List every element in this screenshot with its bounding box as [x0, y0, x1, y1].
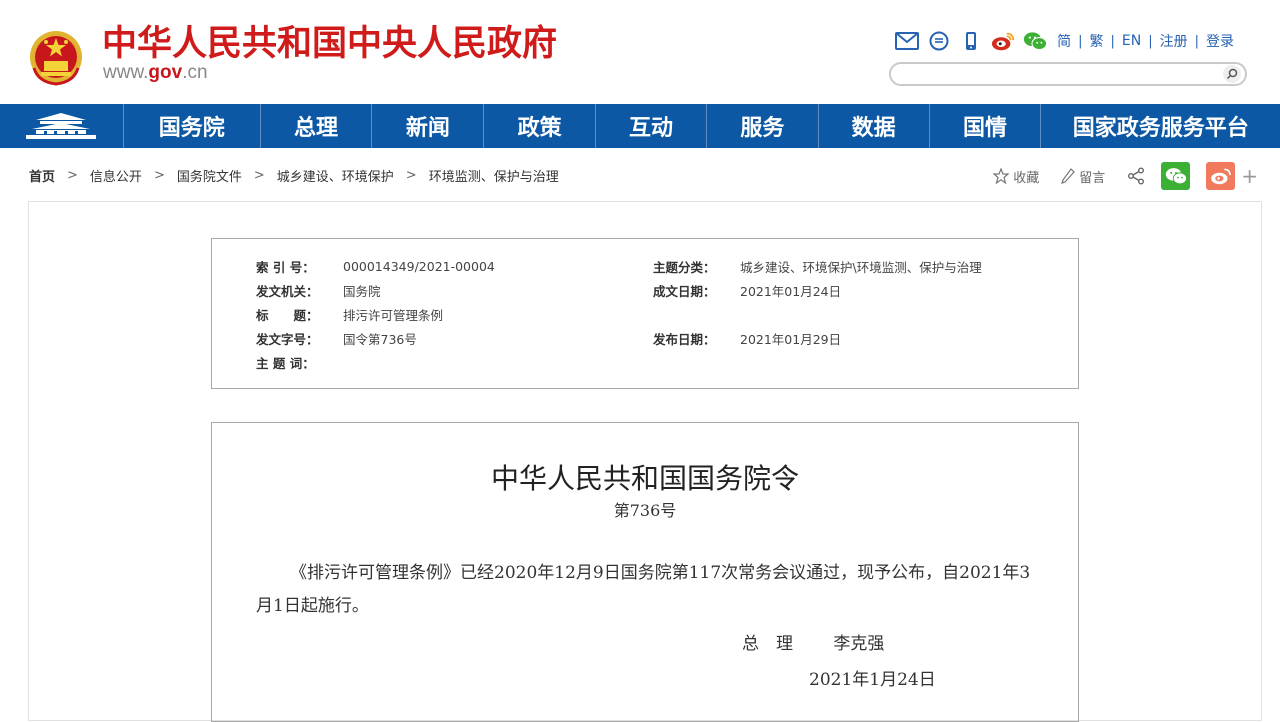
comment-button[interactable]: 留言 — [1061, 167, 1105, 186]
wechat-icon — [1165, 168, 1187, 185]
meta-title-label: 标 题： — [256, 307, 319, 323]
mail-icon[interactable] — [895, 30, 920, 52]
meta-docno-value: 国令第736号 — [343, 331, 417, 347]
document-metadata: 索 引 号： 000014349/2021-00004 主题分类： 城乡建设、环… — [211, 238, 1079, 389]
meta-title-row: 标 题： 排污许可管理条例 — [256, 304, 443, 324]
pencil-icon — [1061, 168, 1076, 184]
chevron-right-icon: > — [405, 167, 417, 183]
star-icon — [993, 168, 1010, 184]
separator: | — [1148, 33, 1153, 49]
login-link[interactable]: 登录 — [1206, 31, 1234, 51]
meta-docno-row: 发文字号： 国令第736号 — [256, 328, 417, 348]
separator: | — [1194, 33, 1199, 49]
meta-topic-label: 主题分类： — [653, 259, 716, 275]
weibo-icon — [1210, 168, 1231, 185]
breadcrumb-home[interactable]: 首页 — [29, 166, 55, 185]
site-url-domain: gov — [148, 62, 183, 83]
main-nav: 国务院 总理 新闻 政策 互动 服务 数据 国情 国家政务服务平台 — [0, 104, 1280, 148]
meta-issuer-value: 国务院 — [343, 283, 381, 299]
document-title: 中华人民共和国国务院令 — [490, 462, 799, 495]
breadcrumb-info-disclosure[interactable]: 信息公开 — [90, 166, 142, 185]
favorite-button[interactable]: 收藏 — [993, 167, 1039, 186]
document-paragraph: 《排污许可管理条例》已经2020年12月9日国务院第117次常务会议通过，现予公… — [256, 563, 1031, 616]
tiananmen-icon — [26, 113, 97, 139]
share-icon — [1128, 167, 1145, 185]
chevron-right-icon: > — [153, 167, 165, 183]
site-title[interactable]: 中华人民共和国中央人民政府 — [102, 22, 557, 66]
lang-simplified-link[interactable]: 简 — [1057, 31, 1071, 51]
meta-keywords-row: 主 题 词： — [256, 352, 343, 372]
meta-keywords-label: 主 题 词： — [256, 355, 315, 371]
header-tools: 简 | 繁 | EN | 注册 | 登录 — [895, 30, 1234, 52]
meta-index-label: 索 引 号： — [256, 259, 315, 275]
nav-item-national-conditions[interactable]: 国情 — [930, 104, 1042, 148]
nav-home[interactable] — [0, 104, 124, 148]
meta-written-value: 2021年01月24日 — [740, 283, 842, 299]
share-wechat-button[interactable] — [1161, 162, 1191, 190]
chat-icon[interactable] — [927, 30, 951, 52]
meta-docno-label: 发文字号： — [256, 331, 319, 347]
signature-role: 总理 — [742, 634, 810, 654]
document-body: 中华人民共和国国务院令 第736号 《排污许可管理条例》已经2020年12月9日… — [211, 422, 1079, 722]
document-signature: 总理 李克强 — [742, 629, 884, 654]
meta-issuer-row: 发文机关： 国务院 — [256, 280, 381, 300]
nav-item-interaction[interactable]: 互动 — [596, 104, 707, 148]
breadcrumb-urban-environment[interactable]: 城乡建设、环境保护 — [277, 166, 394, 185]
nav-item-data[interactable]: 数据 — [819, 104, 930, 148]
meta-published-value: 2021年01月29日 — [740, 331, 842, 347]
chevron-right-icon: > — [67, 167, 78, 183]
breadcrumb-state-council-docs[interactable]: 国务院文件 — [177, 166, 242, 185]
meta-written-label: 成文日期： — [653, 283, 716, 299]
share-button[interactable] — [1127, 167, 1145, 185]
document-date: 2021年1月24日 — [809, 670, 936, 690]
meta-topic-row: 主题分类： 城乡建设、环境保护\环境监测、保护与治理 — [653, 256, 982, 276]
site-url-suffix: .cn — [182, 62, 208, 83]
separator: | — [1110, 33, 1115, 49]
separator: | — [1078, 33, 1083, 49]
lang-english-link[interactable]: EN — [1122, 33, 1141, 49]
meta-published-row: 发布日期： 2021年01月29日 — [653, 328, 841, 348]
national-emblem-icon[interactable] — [28, 28, 84, 86]
breadcrumb-environment-monitoring[interactable]: 环境监测、保护与治理 — [429, 166, 559, 185]
document-number: 第736号 — [613, 501, 677, 520]
comment-label: 留言 — [1079, 170, 1106, 186]
search-input[interactable] — [903, 66, 1217, 84]
nav-item-news[interactable]: 新闻 — [372, 104, 485, 148]
register-link[interactable]: 注册 — [1160, 31, 1188, 51]
nav-item-policies[interactable]: 政策 — [484, 104, 597, 148]
nav-item-services[interactable]: 服务 — [707, 104, 819, 148]
nav-item-state-council[interactable]: 国务院 — [124, 104, 261, 148]
lang-traditional-link[interactable]: 繁 — [1090, 31, 1104, 51]
share-weibo-button[interactable] — [1206, 162, 1236, 190]
breadcrumb: 首页 > 信息公开 > 国务院文件 > 城乡建设、环境保护 > 环境监测、保护与… — [29, 166, 559, 185]
nav-item-service-platform[interactable]: 国家政务服务平台 — [1041, 104, 1280, 148]
chevron-right-icon: > — [253, 167, 265, 183]
site-url: www.gov.cn — [103, 62, 208, 84]
meta-index-value: 000014349/2021-00004 — [343, 258, 495, 274]
meta-index-row: 索 引 号： 000014349/2021-00004 — [256, 256, 495, 276]
meta-title-value: 排污许可管理条例 — [343, 307, 444, 323]
language-links: 简 | 繁 | EN | 注册 | 登录 — [1057, 31, 1234, 51]
weibo-icon[interactable] — [991, 30, 1015, 52]
wechat-icon[interactable] — [1023, 30, 1048, 52]
signature-name: 李克强 — [833, 634, 885, 654]
nav-item-premier[interactable]: 总理 — [261, 104, 373, 148]
search-button[interactable] — [1223, 65, 1241, 83]
more-share-button[interactable]: + — [1241, 164, 1258, 188]
search-box — [889, 62, 1247, 86]
share-tools: 收藏 留言 + — [993, 162, 1258, 190]
site-url-prefix: www. — [103, 62, 149, 83]
favorite-label: 收藏 — [1013, 170, 1040, 186]
meta-topic-value: 城乡建设、环境保护\环境监测、保护与治理 — [740, 259, 982, 275]
meta-written-row: 成文日期： 2021年01月24日 — [653, 280, 841, 300]
mobile-icon[interactable] — [959, 30, 983, 52]
site-header: 中华人民共和国中央人民政府 www.gov.cn 简 | 繁 | EN | 注册… — [0, 0, 1280, 104]
meta-published-label: 发布日期： — [653, 331, 716, 347]
meta-issuer-label: 发文机关： — [256, 283, 319, 299]
search-icon — [1226, 68, 1238, 80]
